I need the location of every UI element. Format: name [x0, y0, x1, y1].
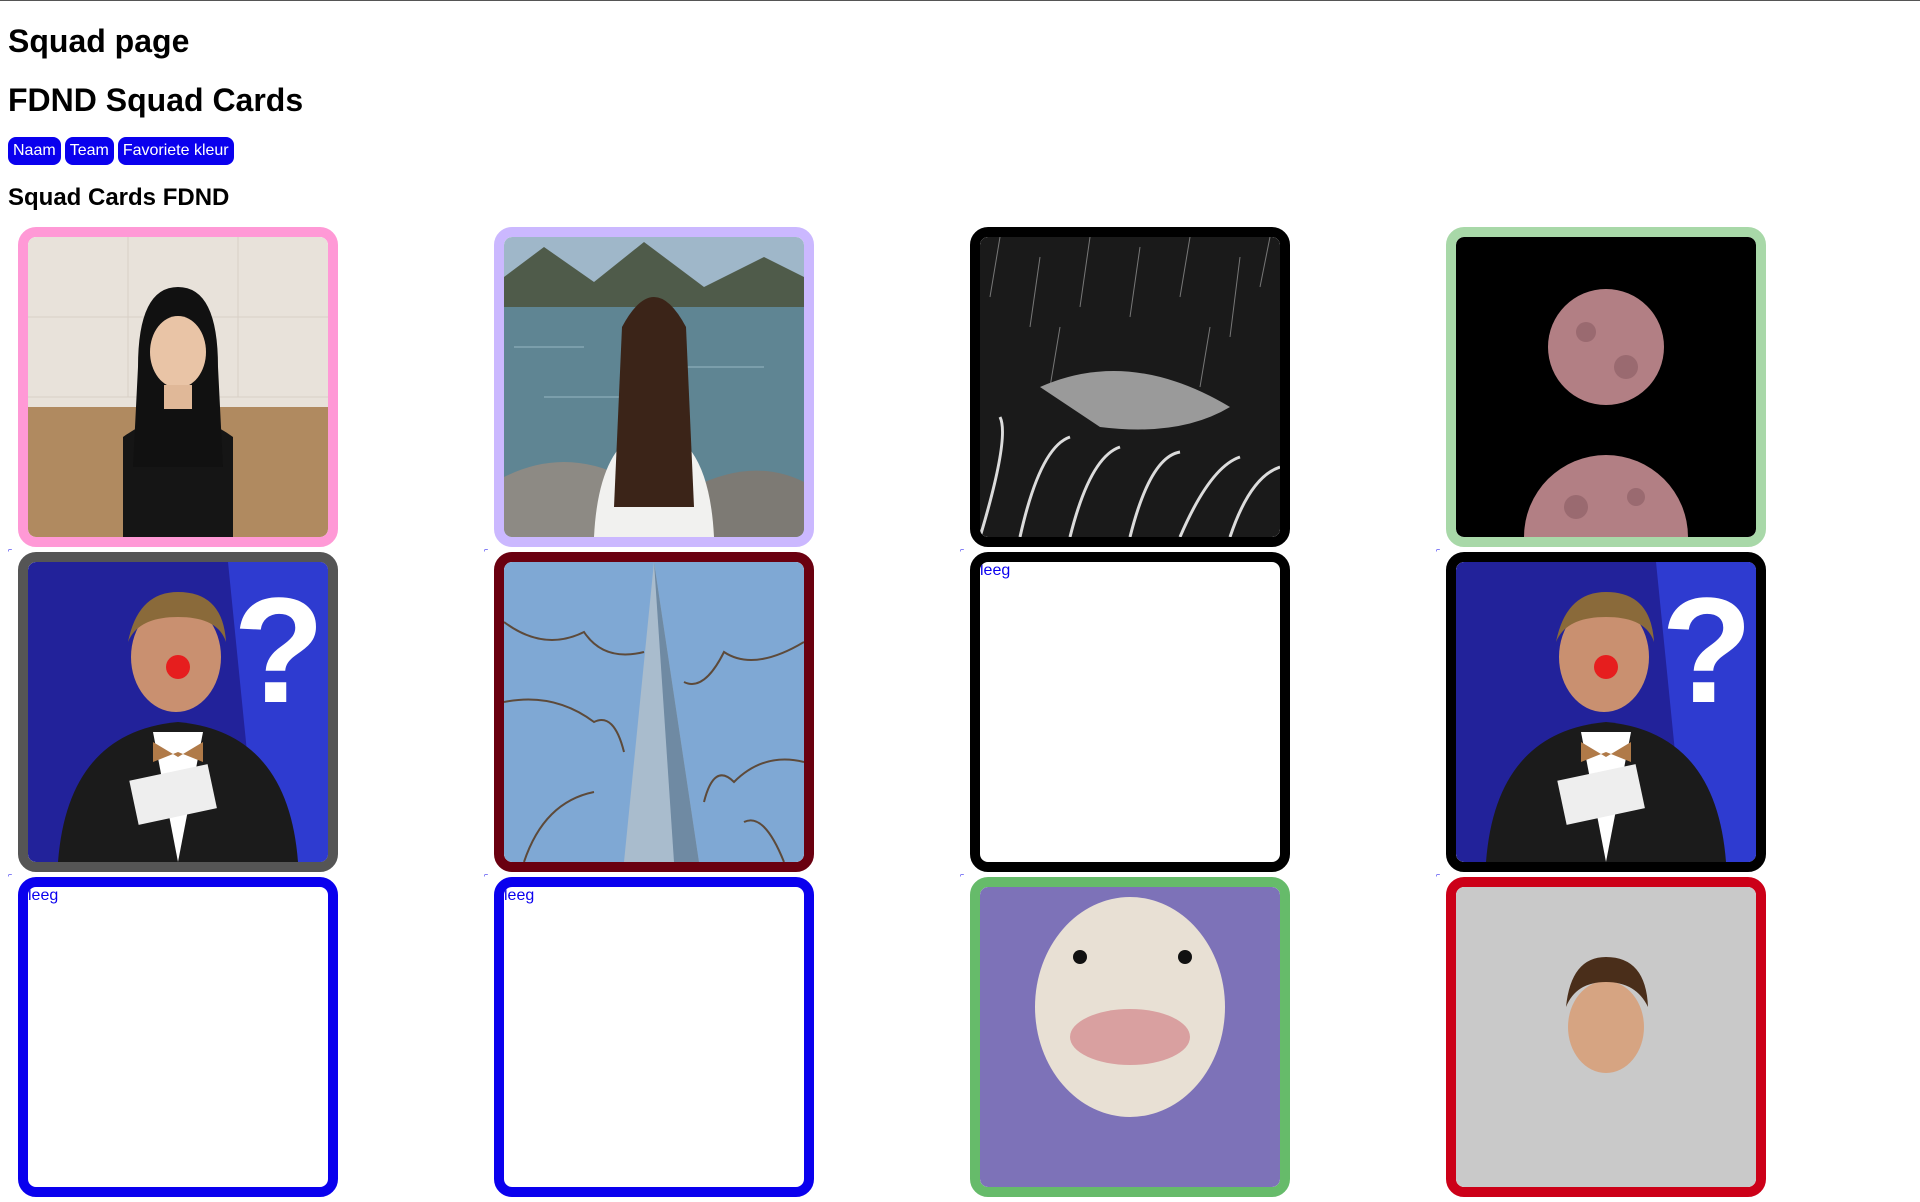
squad-card[interactable]: ? [1446, 552, 1766, 872]
empty-card-label: leeg [504, 887, 535, 904]
member-photo [1456, 237, 1756, 537]
squad-card[interactable]: leeg [970, 552, 1290, 872]
card-cell: ? ⌐ [1436, 552, 1912, 879]
member-photo [980, 887, 1280, 1187]
card-cell: ⌐ [8, 227, 484, 554]
squad-card[interactable] [1446, 227, 1766, 547]
section-title: Squad Cards FDND [8, 184, 230, 211]
member-photo [980, 237, 1280, 537]
member-photo: ? [1456, 562, 1756, 862]
empty-card-label: leeg [28, 887, 59, 904]
card-cell: ⌐ [1436, 227, 1912, 554]
member-photo [504, 237, 804, 537]
card-cell: leeg [484, 877, 960, 1202]
filter-bar: Naam Team Favoriete kleur [8, 137, 1920, 165]
page: Squad page FDND Squad Cards Naam Team Fa… [0, 21, 1920, 1202]
svg-text:?: ? [233, 566, 325, 734]
member-photo [1456, 887, 1756, 1187]
card-cell: ? ⌐ [8, 552, 484, 879]
card-cell: ⌐ [960, 227, 1436, 554]
squad-card[interactable] [970, 227, 1290, 547]
empty-card-label: leeg [980, 562, 1011, 579]
squad-card[interactable] [18, 227, 338, 547]
member-photo [28, 237, 328, 537]
squad-card[interactable] [1446, 877, 1766, 1197]
squad-card[interactable] [494, 552, 814, 872]
squad-card[interactable] [970, 877, 1290, 1197]
card-cell: leeg [8, 877, 484, 1202]
card-cell: leeg ⌐ [960, 552, 1436, 879]
squad-card[interactable]: ? [18, 552, 338, 872]
card-cell: ⌐ [484, 227, 960, 554]
card-cell [1436, 877, 1912, 1202]
page-title: Squad page [8, 23, 190, 59]
squad-card-grid: ⌐ ⌐ ⌐ ⌐ ? ⌐ ⌐ leeg ⌐ ? ⌐ leeg leeg [8, 227, 1920, 1202]
svg-text:?: ? [1661, 566, 1753, 734]
card-cell: ⌐ [484, 552, 960, 879]
squad-card[interactable]: leeg [18, 877, 338, 1197]
filter-team-button[interactable]: Team [64, 137, 114, 165]
filter-favoriete-kleur-button[interactable]: Favoriete kleur [117, 137, 234, 165]
squad-card[interactable]: leeg [494, 877, 814, 1197]
member-photo [504, 562, 804, 862]
page-subtitle: FDND Squad Cards [8, 82, 304, 118]
card-cell [960, 877, 1436, 1202]
filter-naam-button[interactable]: Naam [8, 137, 61, 165]
member-photo: ? [28, 562, 328, 862]
squad-card[interactable] [494, 227, 814, 547]
